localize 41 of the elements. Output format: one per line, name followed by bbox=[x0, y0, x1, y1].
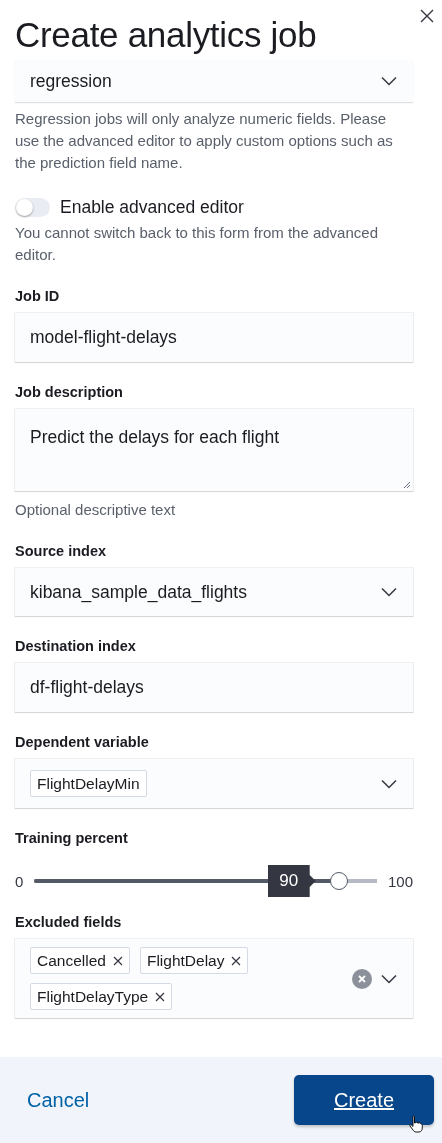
slider-max: 100 bbox=[387, 872, 413, 890]
caret-icon bbox=[381, 587, 397, 597]
help-text: You cannot switch back to this form from the advanced editor. bbox=[15, 223, 379, 265]
field-label: Destination index bbox=[15, 638, 137, 655]
field-chip[interactable]: FlightDelay bbox=[139, 947, 249, 974]
field-chip[interactable]: FlightDelayType bbox=[30, 983, 173, 1010]
select-field[interactable]: kibana_sample_data_flights bbox=[15, 568, 413, 616]
slider-thumb[interactable] bbox=[329, 872, 348, 890]
field-chip[interactable]: FlightDelayMin bbox=[30, 770, 147, 797]
field-label: Job ID bbox=[15, 288, 61, 305]
textarea-field[interactable]: Predict the delays for each flight bbox=[15, 409, 413, 491]
caret-icon bbox=[381, 973, 397, 984]
remove-icon[interactable] bbox=[112, 955, 123, 966]
input-field[interactable]: model-flight-delays bbox=[15, 313, 413, 362]
combo-box[interactable]: FlightDelayMin bbox=[15, 759, 413, 808]
help-text: Regression jobs will only analyze numeric fields. Please use the advanced editor to apply custom options such as the prediction field name. bbox=[15, 109, 394, 173]
job-type-select[interactable]: regression bbox=[15, 60, 413, 102]
remove-icon[interactable] bbox=[231, 955, 242, 966]
field-label: Job description bbox=[15, 384, 124, 401]
field-label: Source index bbox=[15, 543, 108, 560]
caret-icon bbox=[381, 76, 397, 86]
input-field[interactable]: df-flight-delays bbox=[15, 663, 413, 712]
combo-box[interactable]: Cancelled FlightDelay FlightDelayType bbox=[15, 939, 413, 1018]
help-text: Optional descriptive text bbox=[15, 500, 177, 520]
field-chip[interactable]: Cancelled bbox=[30, 947, 130, 974]
toggle-label: Enable advanced editor bbox=[60, 197, 244, 218]
slider-min: 0 bbox=[15, 872, 24, 890]
flyout-title: Create analytics job bbox=[15, 14, 317, 56]
close-icon[interactable] bbox=[420, 9, 434, 23]
create-button[interactable]: Create bbox=[294, 1075, 434, 1125]
field-label: Training percent bbox=[15, 830, 129, 847]
toggle-switch[interactable] bbox=[15, 198, 50, 217]
clear-icon[interactable] bbox=[352, 968, 372, 989]
resize-handle-icon[interactable] bbox=[403, 481, 411, 489]
field-label: Dependent variable bbox=[15, 734, 150, 751]
pointer-cursor-icon bbox=[409, 1115, 423, 1133]
field-label: Excluded fields bbox=[15, 914, 123, 931]
value-tooltip: 90 bbox=[267, 865, 316, 897]
caret-icon bbox=[381, 778, 397, 789]
cancel-button[interactable]: Cancel bbox=[12, 1080, 105, 1120]
remove-icon[interactable] bbox=[155, 991, 166, 1002]
